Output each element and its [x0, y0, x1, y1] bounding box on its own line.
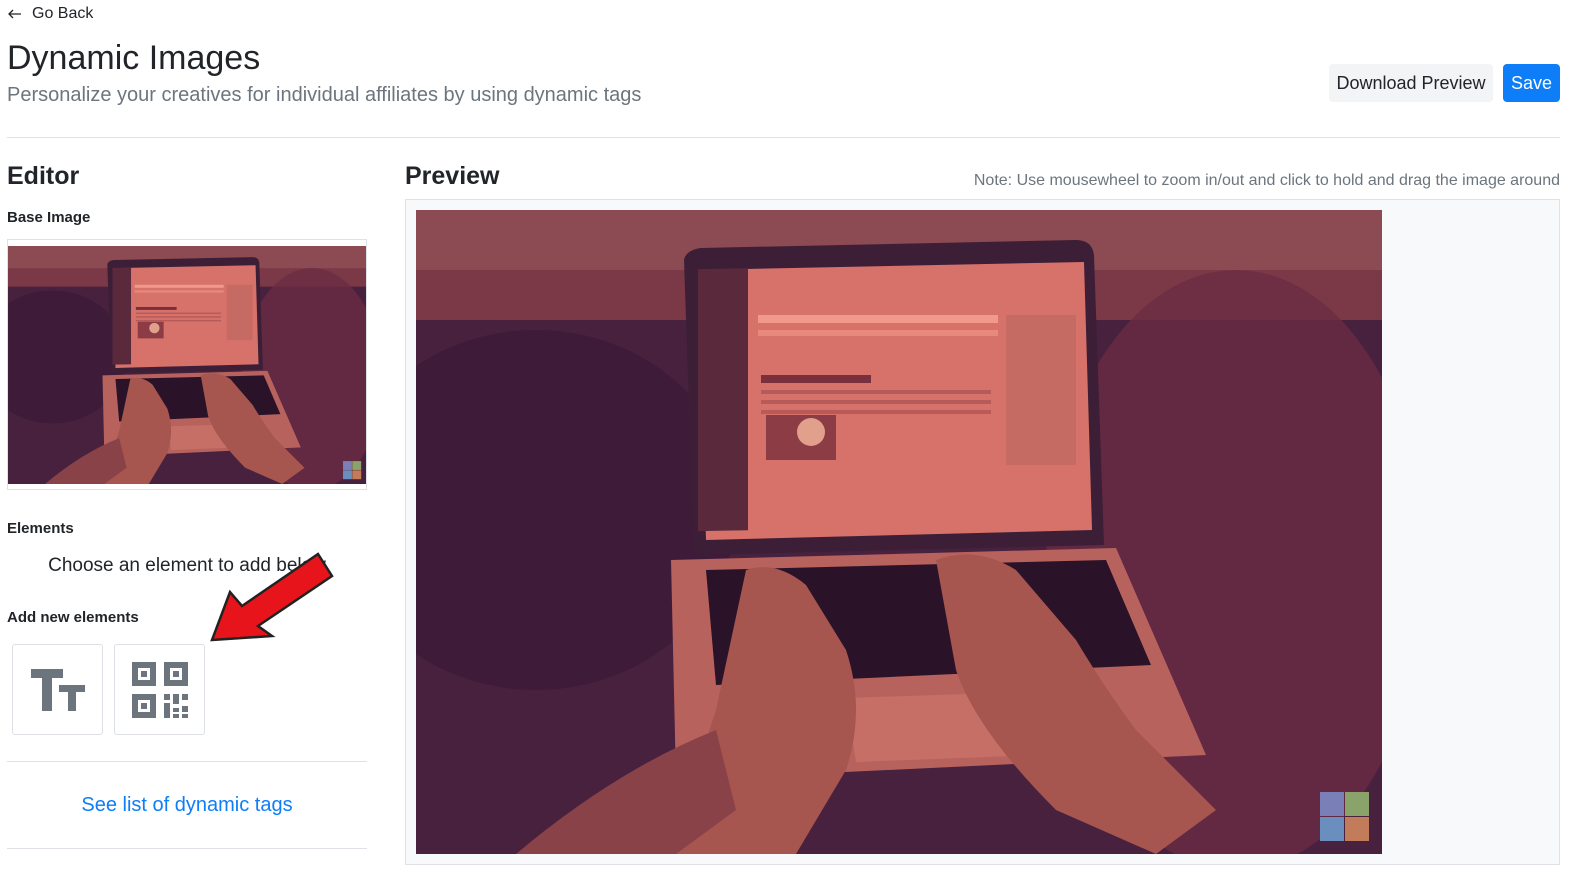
header-divider	[7, 137, 1560, 138]
text-size-icon	[30, 668, 85, 711]
editor-bottom-divider	[7, 848, 367, 849]
elements-label: Elements	[7, 520, 74, 537]
preview-image[interactable]	[416, 210, 1382, 854]
go-back-link[interactable]: Go Back	[8, 4, 93, 24]
add-qr-code-element-button[interactable]	[114, 644, 205, 735]
preview-zoom-note: Note: Use mousewheel to zoom in/out and …	[973, 172, 1560, 189]
dynamic-tags-link[interactable]: See list of dynamic tags	[7, 794, 367, 817]
preview-heading: Preview	[405, 162, 500, 190]
save-button[interactable]: Save	[1503, 64, 1560, 102]
add-new-elements-label: Add new elements	[7, 609, 139, 626]
editor-divider	[7, 761, 367, 762]
go-back-label: Go Back	[32, 5, 94, 22]
editor-heading: Editor	[7, 162, 80, 190]
qr-code-icon	[131, 661, 188, 718]
arrow-left-icon	[8, 9, 21, 19]
page-subtitle: Personalize your creatives for individua…	[7, 84, 642, 106]
page-title: Dynamic Images	[7, 39, 261, 77]
download-preview-button[interactable]: Download Preview	[1329, 64, 1493, 102]
base-image-picker[interactable]	[7, 239, 367, 490]
base-image-label: Base Image	[7, 209, 91, 226]
add-text-element-button[interactable]	[12, 644, 103, 735]
elements-empty-message: Choose an element to add below	[48, 555, 326, 576]
preview-canvas[interactable]	[405, 199, 1560, 865]
base-image-thumbnail	[8, 246, 366, 484]
